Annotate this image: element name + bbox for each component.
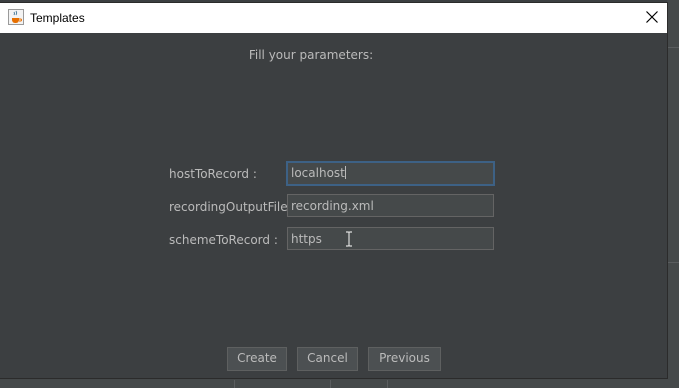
scheme-to-record-value: https <box>291 232 322 246</box>
title-bar[interactable]: Templates <box>0 3 667 33</box>
background-tick <box>234 380 235 388</box>
host-to-record-input[interactable]: localhost <box>286 161 495 186</box>
background-app-bottom <box>0 378 679 388</box>
background-app-strip <box>667 0 679 388</box>
background-divider <box>667 47 679 48</box>
host-to-record-label: hostToRecord : <box>169 167 257 181</box>
previous-button[interactable]: Previous <box>368 347 441 371</box>
background-tick <box>330 380 331 388</box>
recording-output-file-label: recordingOutputFile : <box>169 200 296 214</box>
text-caret <box>344 166 346 179</box>
text-cursor-icon <box>346 231 352 247</box>
window-title: Templates <box>30 11 85 25</box>
scheme-to-record-input[interactable]: https <box>287 227 494 250</box>
recording-output-file-input[interactable]: recording.xml <box>287 194 494 217</box>
instruction-text: Fill your parameters: <box>248 48 374 62</box>
create-button[interactable]: Create <box>227 347 287 371</box>
host-to-record-value: localhost <box>291 166 345 180</box>
templates-dialog: Templates Fill your parameters: hostToRe… <box>0 3 667 378</box>
close-button[interactable] <box>637 3 667 33</box>
close-icon <box>646 11 658 23</box>
recording-output-file-value: recording.xml <box>291 199 374 213</box>
cancel-button[interactable]: Cancel <box>297 347 358 371</box>
scheme-to-record-label: schemeToRecord : <box>169 233 278 247</box>
background-divider <box>667 262 679 263</box>
java-cup-icon <box>8 9 24 25</box>
background-tick <box>387 380 388 388</box>
